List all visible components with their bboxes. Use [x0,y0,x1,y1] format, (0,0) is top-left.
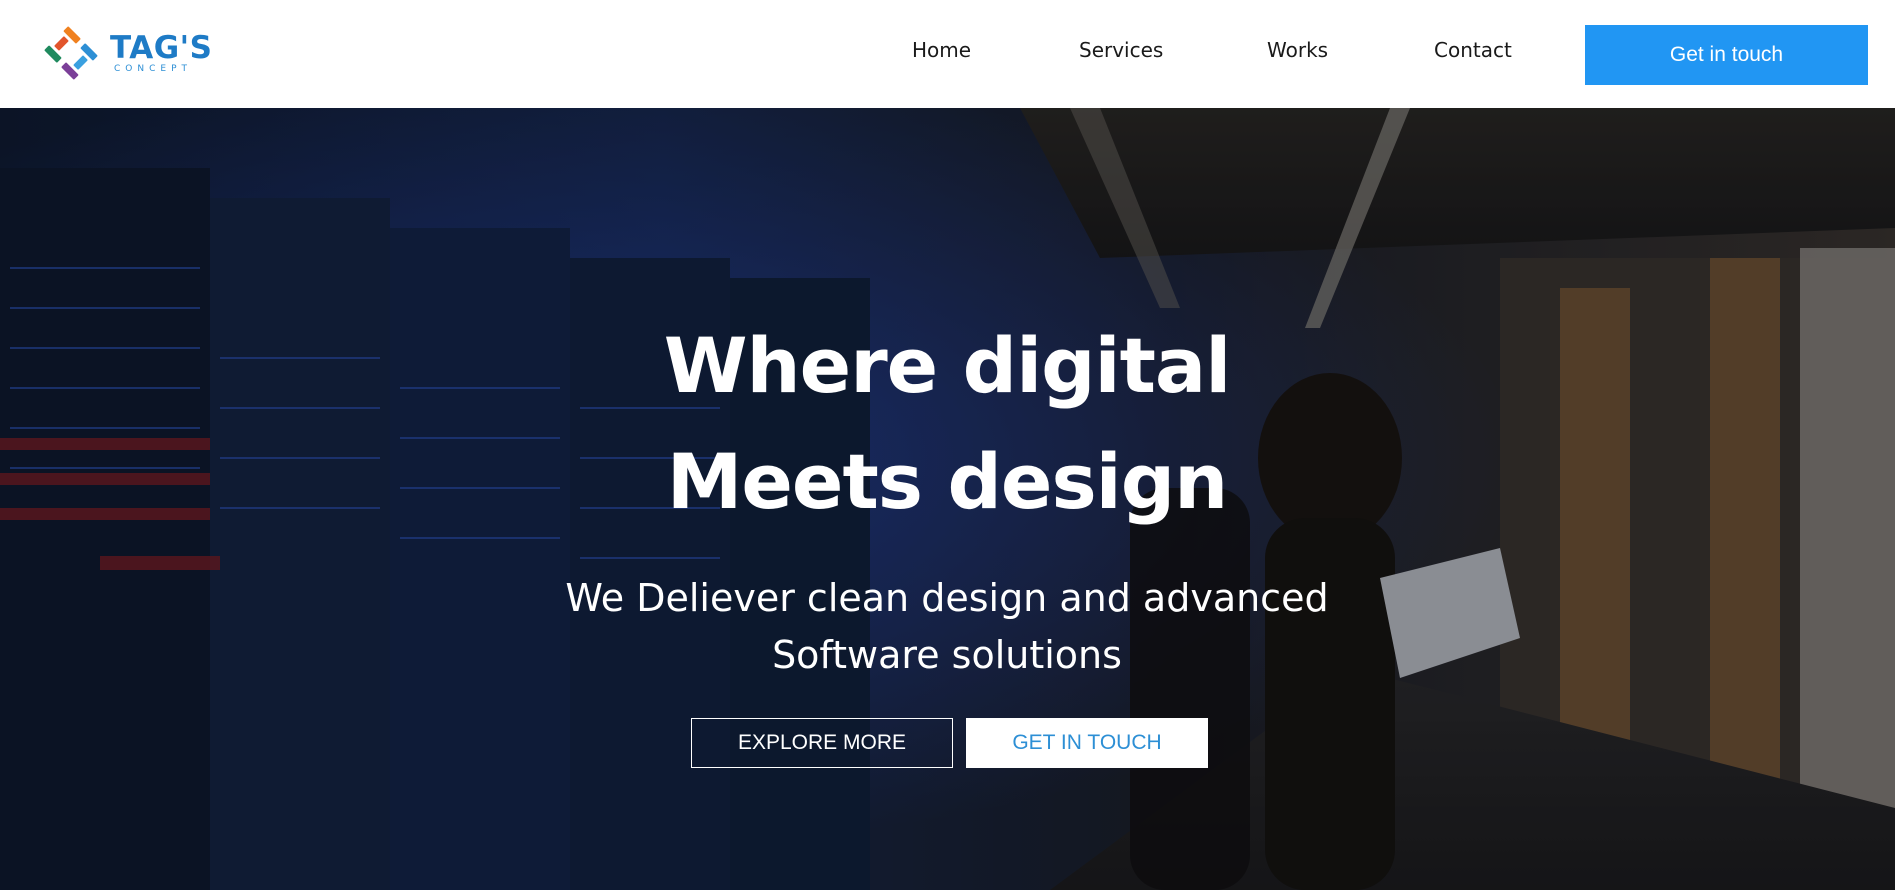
get-in-touch-header-button[interactable]: Get in touch [1585,25,1868,85]
hero-title-line-2: Meets design [666,437,1229,526]
logo-tagline: CONCEPT [114,63,192,74]
interlocking-squares-logo-icon [44,26,98,80]
nav-works-link[interactable]: Works [1267,38,1328,66]
hero-section: Where digital Meets design We Deliever c… [0,108,1895,890]
hero-subtitle-line-2: Software solutions [772,633,1122,677]
hero-title-line-1: Where digital [663,321,1232,410]
nav-services-link[interactable]: Services [1079,38,1163,66]
hero-title: Where digital Meets design [497,308,1397,540]
hero-subtitle: We Deliever clean design and advanced So… [447,570,1447,684]
logo-name: TAG'S [110,29,213,66]
logo-wordmark: TAG'S CONCEPT [110,32,213,75]
nav-home-link[interactable]: Home [912,38,971,66]
hero-subtitle-line-1: We Deliever clean design and advanced [565,576,1329,620]
explore-more-button[interactable]: EXPLORE MORE [691,718,953,768]
site-header: TAG'S CONCEPT Home Services Works Contac… [0,0,1895,108]
nav-contact-link[interactable]: Contact [1434,38,1512,66]
brand-logo[interactable]: TAG'S CONCEPT [42,24,222,82]
get-in-touch-hero-button[interactable]: GET IN TOUCH [966,718,1208,768]
